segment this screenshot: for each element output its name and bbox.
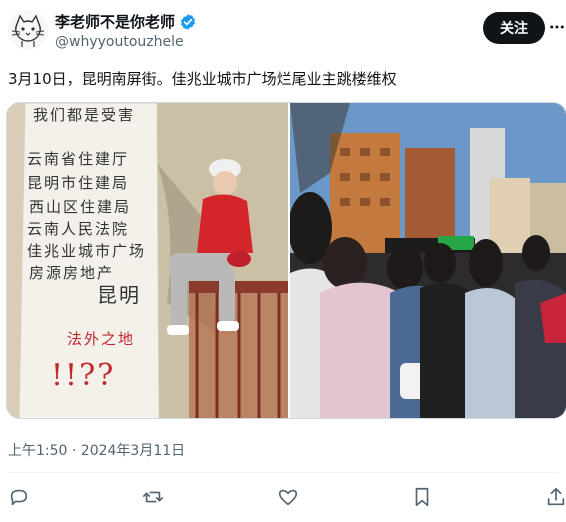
banner-line: 云南省住建厅: [27, 150, 130, 168]
tweet-text: 3月10日，昆明南屏街。佳兆业城市广场烂尾业主跳楼维权: [8, 70, 397, 88]
divider: [8, 472, 558, 473]
banner-line: 我们都是受害: [33, 106, 136, 124]
photo-rooftop-protest[interactable]: 我们都是受害 云南省住建厅 昆明市住建局 西山区住建局 云南人民法院 佳兆业城市…: [7, 103, 288, 418]
media-grid: 我们都是受害 云南省住建厅 昆明市住建局 西山区住建局 云南人民法院 佳兆业城市…: [6, 102, 566, 419]
action-bar: [0, 478, 566, 518]
tweet-timestamp[interactable]: 上午1:50 · 2024年3月11日: [8, 440, 185, 460]
like-icon[interactable]: [277, 486, 301, 510]
reply-icon[interactable]: [8, 486, 32, 510]
banner-line: 昆明: [97, 283, 141, 307]
share-icon[interactable]: [545, 486, 566, 510]
more-horizontal-icon[interactable]: [548, 18, 566, 36]
bookmark-icon[interactable]: [411, 486, 435, 510]
banner-line: 云南人民法院: [27, 220, 130, 238]
cat-sketch-avatar-icon: [8, 10, 48, 50]
banner-line: 房源房地产: [29, 264, 115, 282]
author-name-row[interactable]: 李老师不是你老师: [55, 11, 197, 32]
author-handle[interactable]: @whyyoutouzhele: [55, 34, 184, 50]
banner-line: 佳兆业城市广场: [27, 242, 147, 260]
banner-line: 法外之地: [67, 330, 136, 348]
retweet-icon[interactable]: [142, 486, 166, 510]
avatar[interactable]: [8, 10, 48, 50]
photo-street-crowd[interactable]: [290, 103, 566, 418]
follow-button[interactable]: 关注: [483, 12, 545, 44]
banner-line: 昆明市住建局: [27, 174, 130, 192]
verified-badge-icon: [179, 13, 197, 31]
banner-line: 西山区住建局: [29, 198, 132, 216]
banner-line: !!??: [51, 358, 116, 393]
tweet-card: 李老师不是你老师 @whyyoutouzhele 关注 3月10日，昆明南屏街。…: [0, 0, 566, 522]
display-name[interactable]: 李老师不是你老师: [55, 11, 175, 32]
